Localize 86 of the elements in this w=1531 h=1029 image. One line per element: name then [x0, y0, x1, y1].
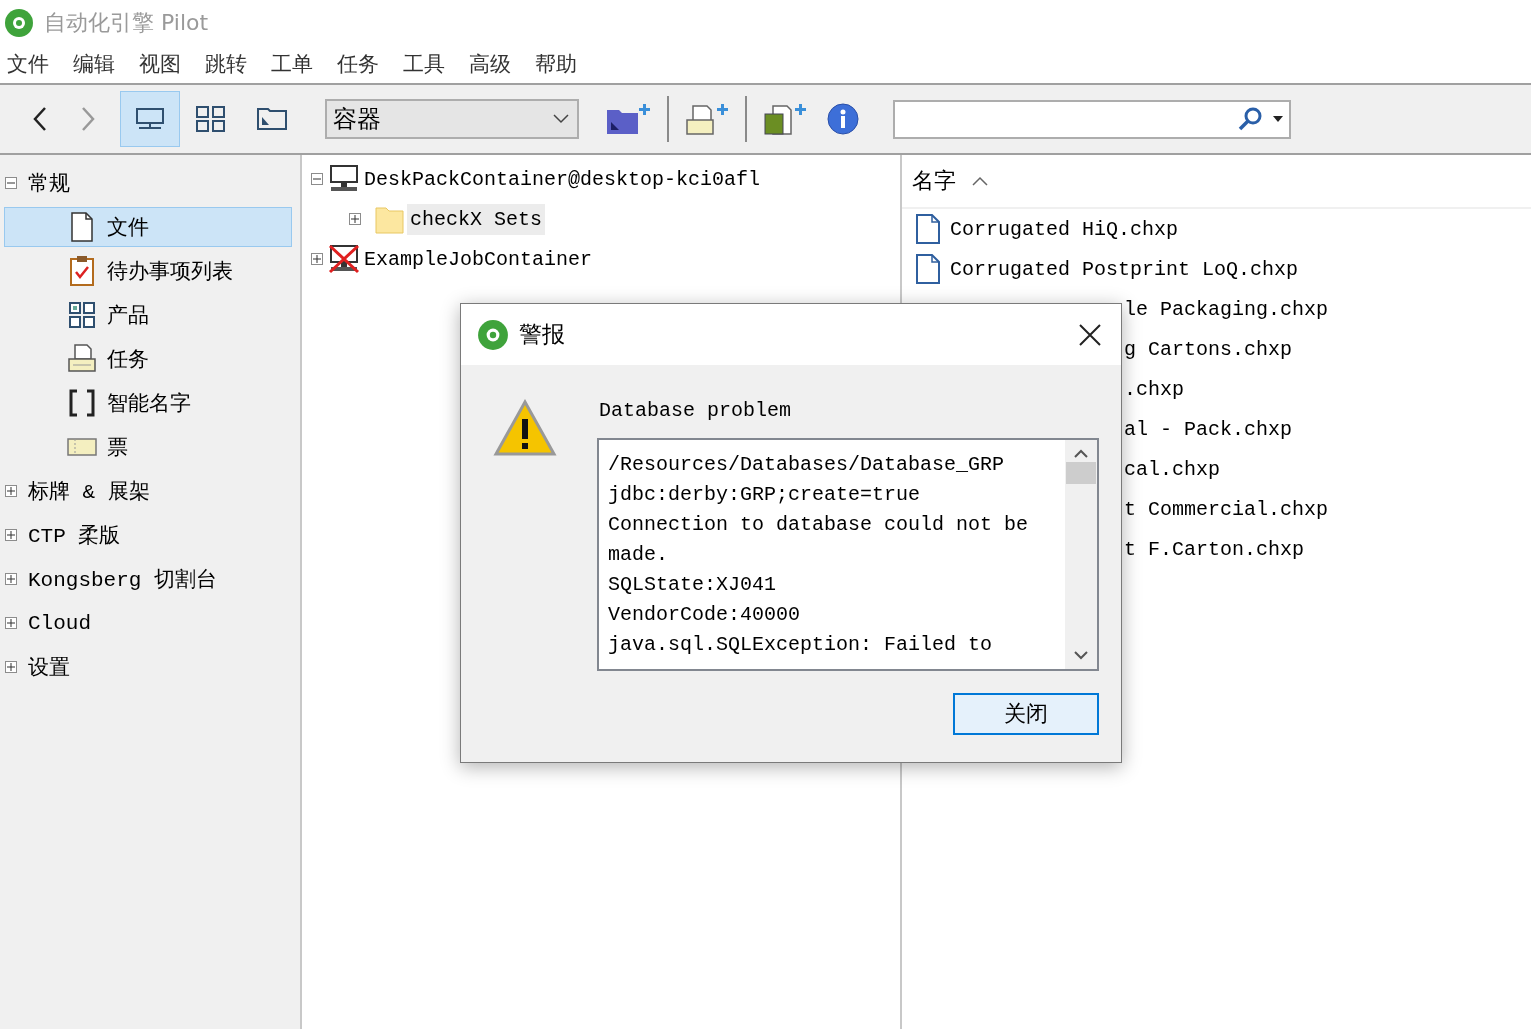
document-icon	[914, 253, 942, 285]
sidebar-item[interactable]: 智能名字	[4, 383, 292, 423]
monitor-icon	[327, 164, 361, 194]
info-icon	[826, 102, 860, 136]
menu-item[interactable]: 视图	[138, 48, 182, 80]
scrollbar[interactable]	[1065, 440, 1097, 669]
sidebar-item[interactable]: 任务	[4, 339, 292, 379]
chevron-up-icon	[1074, 448, 1088, 458]
expand-icon[interactable]	[311, 253, 323, 265]
menu-item[interactable]: 工具	[402, 48, 446, 80]
container-dropdown[interactable]: 容器	[325, 99, 579, 139]
menu-item[interactable]: 任务	[336, 48, 380, 80]
file-name[interactable]: cal.chxp	[1124, 457, 1220, 481]
search-field[interactable]	[893, 99, 1291, 139]
expand-icon[interactable]	[5, 617, 17, 629]
folder-icon	[373, 204, 407, 234]
alert-message: Database problem	[599, 399, 793, 422]
document-icon	[914, 213, 942, 245]
file-name[interactable]: al - Pack.chxp	[1124, 417, 1293, 441]
tree-item[interactable]: checkX Sets	[407, 203, 546, 235]
expand-icon[interactable]	[349, 213, 361, 225]
expand-icon[interactable]	[5, 485, 17, 497]
file-name[interactable]: Corrugated Postprint LoQ.chxp	[950, 257, 1299, 281]
details-line: java.sql.SQLException: Failed to	[608, 632, 994, 658]
file-name[interactable]: .chxp	[1124, 377, 1184, 401]
grid-icon	[194, 104, 228, 134]
sort-ascending-icon	[972, 176, 988, 186]
warning-icon	[493, 399, 557, 457]
menu-item[interactable]: 高级	[468, 48, 512, 80]
menu-item[interactable]: 编辑	[72, 48, 116, 80]
search-icon	[1237, 106, 1263, 132]
collapse-icon[interactable]	[311, 173, 323, 185]
sidebar-item[interactable]: 常规	[27, 163, 71, 203]
chevron-right-icon	[80, 105, 96, 133]
details-line: Connection to database could not be	[608, 512, 1030, 538]
close-icon	[1079, 323, 1101, 346]
chevron-down-icon	[1074, 651, 1088, 661]
tree-item[interactable]: ExampleJobContainer	[361, 243, 596, 275]
tree-item[interactable]: DeskPackContainer@desktop-kci0afl	[361, 163, 764, 195]
sidebar-item[interactable]: 票	[4, 427, 292, 467]
view-button[interactable]	[120, 91, 180, 147]
dialog-title: 警报	[519, 320, 566, 349]
file-name[interactable]: t F.Carton.chxp	[1124, 537, 1305, 561]
sidebar-item[interactable]: Kongsberg 切割台	[27, 559, 219, 599]
sidebar-item[interactable]: Cloud	[27, 603, 92, 643]
clipboard-check-icon	[67, 255, 97, 287]
printer-plus-icon	[683, 102, 731, 136]
menu-item[interactable]: 文件	[6, 48, 50, 80]
chevron-down-icon	[553, 114, 569, 124]
expand-icon[interactable]	[5, 661, 17, 673]
details-line: /Resources/Databases/Database_GRP	[608, 452, 1006, 478]
file-name[interactable]: le Packaging.chxp	[1124, 297, 1329, 321]
menu-item[interactable]: 跳转	[204, 48, 248, 80]
sidebar-item[interactable]: 待办事项列表	[4, 251, 292, 291]
grid-icon	[67, 299, 97, 331]
monitor-crossed-icon	[327, 244, 361, 274]
chevron-left-icon	[32, 105, 48, 133]
file-name[interactable]: g Cartons.chxp	[1124, 337, 1293, 361]
details-line: VendorCode:40000	[608, 602, 802, 628]
column-header[interactable]: 名字	[902, 155, 1531, 209]
close-dialog-button[interactable]: 关闭	[953, 693, 1099, 735]
brackets-icon	[67, 387, 97, 419]
collapse-icon[interactable]	[5, 177, 17, 189]
file-name[interactable]: t Commercial.chxp	[1124, 497, 1329, 521]
details-text-area[interactable]: /Resources/Databases/Database_GRP jdbc:derby:GRP;create=true Connection to database could not be made. SQLState:XJ041 VendorCode:40000 java.sql.SQLException: Failed to	[597, 438, 1099, 671]
scrollbar-thumb[interactable]	[1066, 462, 1096, 484]
app-logo-icon	[4, 7, 34, 38]
menu-item[interactable]: 帮助	[534, 48, 578, 80]
details-line: SQLState:XJ041	[608, 572, 778, 598]
caret-icon	[1273, 116, 1283, 122]
sidebar-item[interactable]: 标牌 & 展架	[27, 471, 151, 511]
file-name[interactable]: Corrugated HiQ.chxp	[950, 217, 1179, 241]
folder-plus-icon	[605, 102, 653, 136]
expand-icon[interactable]	[5, 529, 17, 541]
dialog-logo-icon	[477, 318, 509, 351]
details-line: made.	[608, 542, 669, 568]
printer-icon	[67, 343, 97, 375]
sidebar-item[interactable]: 设置	[27, 647, 71, 687]
sidebar-item[interactable]: 文件	[4, 207, 292, 247]
expand-icon[interactable]	[5, 573, 17, 585]
menu-item[interactable]: 工单	[270, 48, 314, 80]
sidebar-item[interactable]: 产品	[4, 295, 292, 335]
details-line: jdbc:derby:GRP;create=true	[608, 482, 922, 508]
window-title: 自动化引擎 Pilot	[44, 8, 209, 37]
sidebar-item[interactable]: CTP 柔版	[27, 515, 122, 555]
box-plus-icon	[761, 102, 809, 136]
